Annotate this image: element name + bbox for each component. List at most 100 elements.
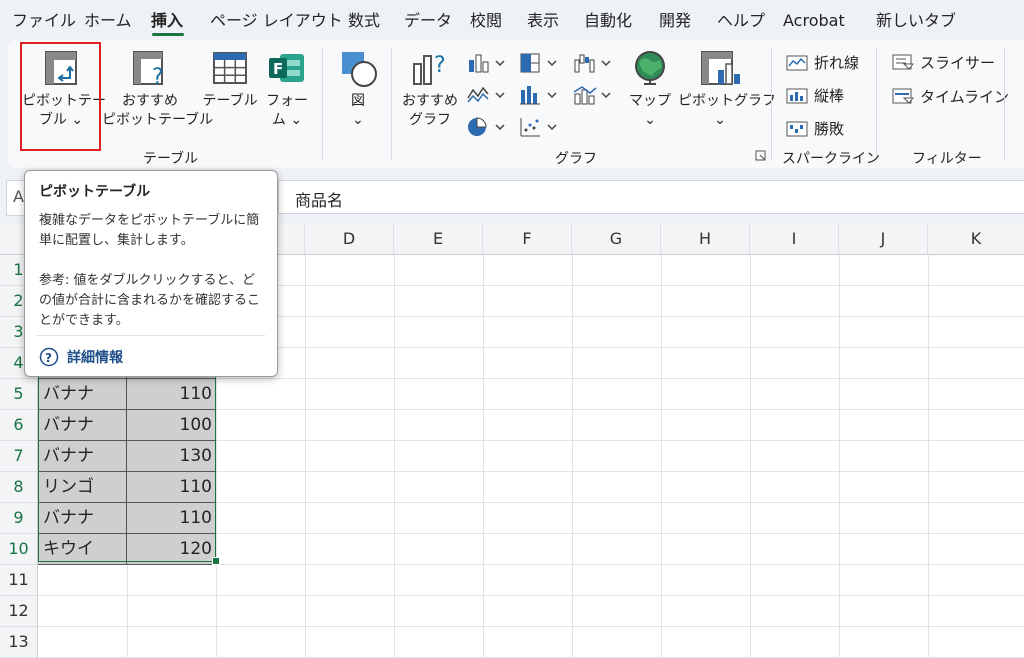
slicer-label: スライサー [920,54,996,72]
forms-button[interactable]: F フォー ム ⌄ [262,48,312,130]
tooltip-title: ピボットテーブル [39,184,151,200]
tab-acrobat[interactable]: Acrobat [783,11,845,31]
table-icon [213,52,247,84]
recommended-charts-label-1: おすすめ [402,93,458,109]
tab-view[interactable]: 表示 [527,11,559,31]
tooltip-divider [37,335,265,336]
line-chart-button[interactable] [466,84,506,110]
illustrations-label: 図 [351,93,365,109]
column-header-j[interactable]: J [839,223,928,255]
pivot-chart-icon [701,51,740,85]
maps-chevron: ⌄ [644,112,656,128]
row-header[interactable]: 12 [0,596,38,627]
tooltip-note: 参考: 値をダブルクリックすると、どの値が合計に含まれるかを確認することができま… [39,273,261,328]
column-header-g[interactable]: G [572,223,661,255]
forms-icon: F [269,54,304,82]
group-label-charts: グラフ [555,151,597,167]
help-circle-icon: ? [39,347,59,367]
recommended-pivot-label-2: ピボットテーブル [102,112,214,128]
recommended-pivot-table-button[interactable]: ? おすすめ ピボットテーブル [102,48,214,130]
sparkline-line-label: 折れ線 [814,54,860,72]
sparkline-column-icon [786,88,808,103]
fill-handle[interactable] [212,557,220,565]
pivot-chart-button[interactable]: ピボットグラフ ⌄ [678,48,776,130]
column-header-h[interactable]: H [661,223,750,255]
illustrations-button[interactable]: 図 ⌄ [336,48,380,130]
row-header[interactable]: 9 [0,503,38,534]
tab-file[interactable]: ファイル [12,11,76,31]
scatter-chart-button[interactable] [518,116,560,142]
column-header-d[interactable]: D [305,223,394,255]
tooltip-link-label: 詳細情報 [67,350,123,366]
tab-page-layout[interactable]: ページ レイアウト [210,11,343,31]
row-header[interactable]: 6 [0,410,38,441]
ribbon-separator [1004,48,1005,160]
name-box-text: A [13,187,24,206]
svg-text:F: F [273,60,283,78]
statistic-chart-button[interactable] [518,84,560,110]
slicer-button[interactable]: スライサー [892,52,995,73]
group-label-filters: フィルター [912,151,982,167]
formula-bar-content: 商品名 [295,191,344,210]
sparkline-column-label: 縦棒 [814,87,845,105]
tab-automate[interactable]: 自動化 [584,11,632,31]
ribbon-separator [391,48,392,160]
tab-data[interactable]: データ [404,11,452,31]
svg-text:?: ? [434,53,446,78]
column-header-k[interactable]: K [928,223,1024,255]
maps-button[interactable]: マップ ⌄ [626,48,674,130]
pivot-table-tooltip: ピボットテーブル 複雑なデータをピボットテーブルに簡単に配置し、集計します。 参… [24,170,278,377]
column-header-i[interactable]: I [750,223,839,255]
globe-icon [635,51,665,85]
combo-chart-button[interactable] [572,84,614,110]
charts-dialog-launcher-icon[interactable] [755,150,767,165]
tab-review[interactable]: 校閲 [470,11,502,31]
row-header[interactable]: 13 [0,627,38,658]
maps-label: マップ [629,93,671,109]
tab-new[interactable]: 新しいタブ [876,11,956,31]
row-header[interactable]: 10 [0,534,38,565]
recommended-pivot-icon: ? [133,51,164,88]
ribbon-separator [771,48,772,160]
tab-help[interactable]: ヘルプ [717,11,765,31]
group-label-tables: テーブル [143,151,199,167]
row-header[interactable]: 7 [0,441,38,472]
hierarchy-chart-button[interactable] [518,52,560,78]
tab-developer[interactable]: 開発 [659,11,691,31]
recommended-charts-label-2: グラフ [409,112,451,128]
sparkline-line-icon [786,55,808,70]
recommended-pivot-label-1: おすすめ [122,93,178,109]
column-header-e[interactable]: E [394,223,483,255]
group-label-sparklines: スパークライン [782,151,880,167]
column-header-f[interactable]: F [483,223,572,255]
row-header[interactable]: 8 [0,472,38,503]
hierarchy-chart-icon [520,53,557,73]
gridline [38,595,1024,596]
illustrations-chevron: ⌄ [352,112,364,128]
pie-chart-button[interactable] [466,116,506,142]
sparkline-winloss-label: 勝敗 [814,120,845,138]
sparkline-column-button[interactable]: 縦棒 [786,85,844,106]
forms-label-2: ム ⌄ [271,112,303,128]
ribbon-separator [322,48,323,160]
tooltip-more-info-link[interactable]: ? 詳細情報 [39,347,123,367]
sparkline-winloss-button[interactable]: 勝敗 [786,118,844,139]
ribbon-separator [876,48,877,160]
pivot-chart-label: ピボットグラフ [678,93,776,109]
tab-formulas[interactable]: 数式 [348,11,380,31]
waterfall-chart-button[interactable] [572,52,614,78]
timeline-button[interactable]: タイムライン [892,86,1009,107]
tab-insert[interactable]: 挿入 [151,11,183,31]
waterfall-chart-icon [574,54,611,73]
recommended-charts-button[interactable]: ? おすすめ グラフ [400,48,460,130]
sparkline-line-button[interactable]: 折れ線 [786,52,859,73]
column-chart-icon [469,54,505,73]
row-header[interactable]: 5 [0,379,38,410]
table-button[interactable]: テーブル [200,48,260,111]
column-chart-button[interactable] [466,52,506,78]
formula-bar[interactable]: 商品名 [278,180,1024,214]
tab-home[interactable]: ホーム [84,11,132,31]
row-header[interactable]: 11 [0,565,38,596]
combo-chart-icon [573,86,611,105]
selection-border [38,364,216,562]
